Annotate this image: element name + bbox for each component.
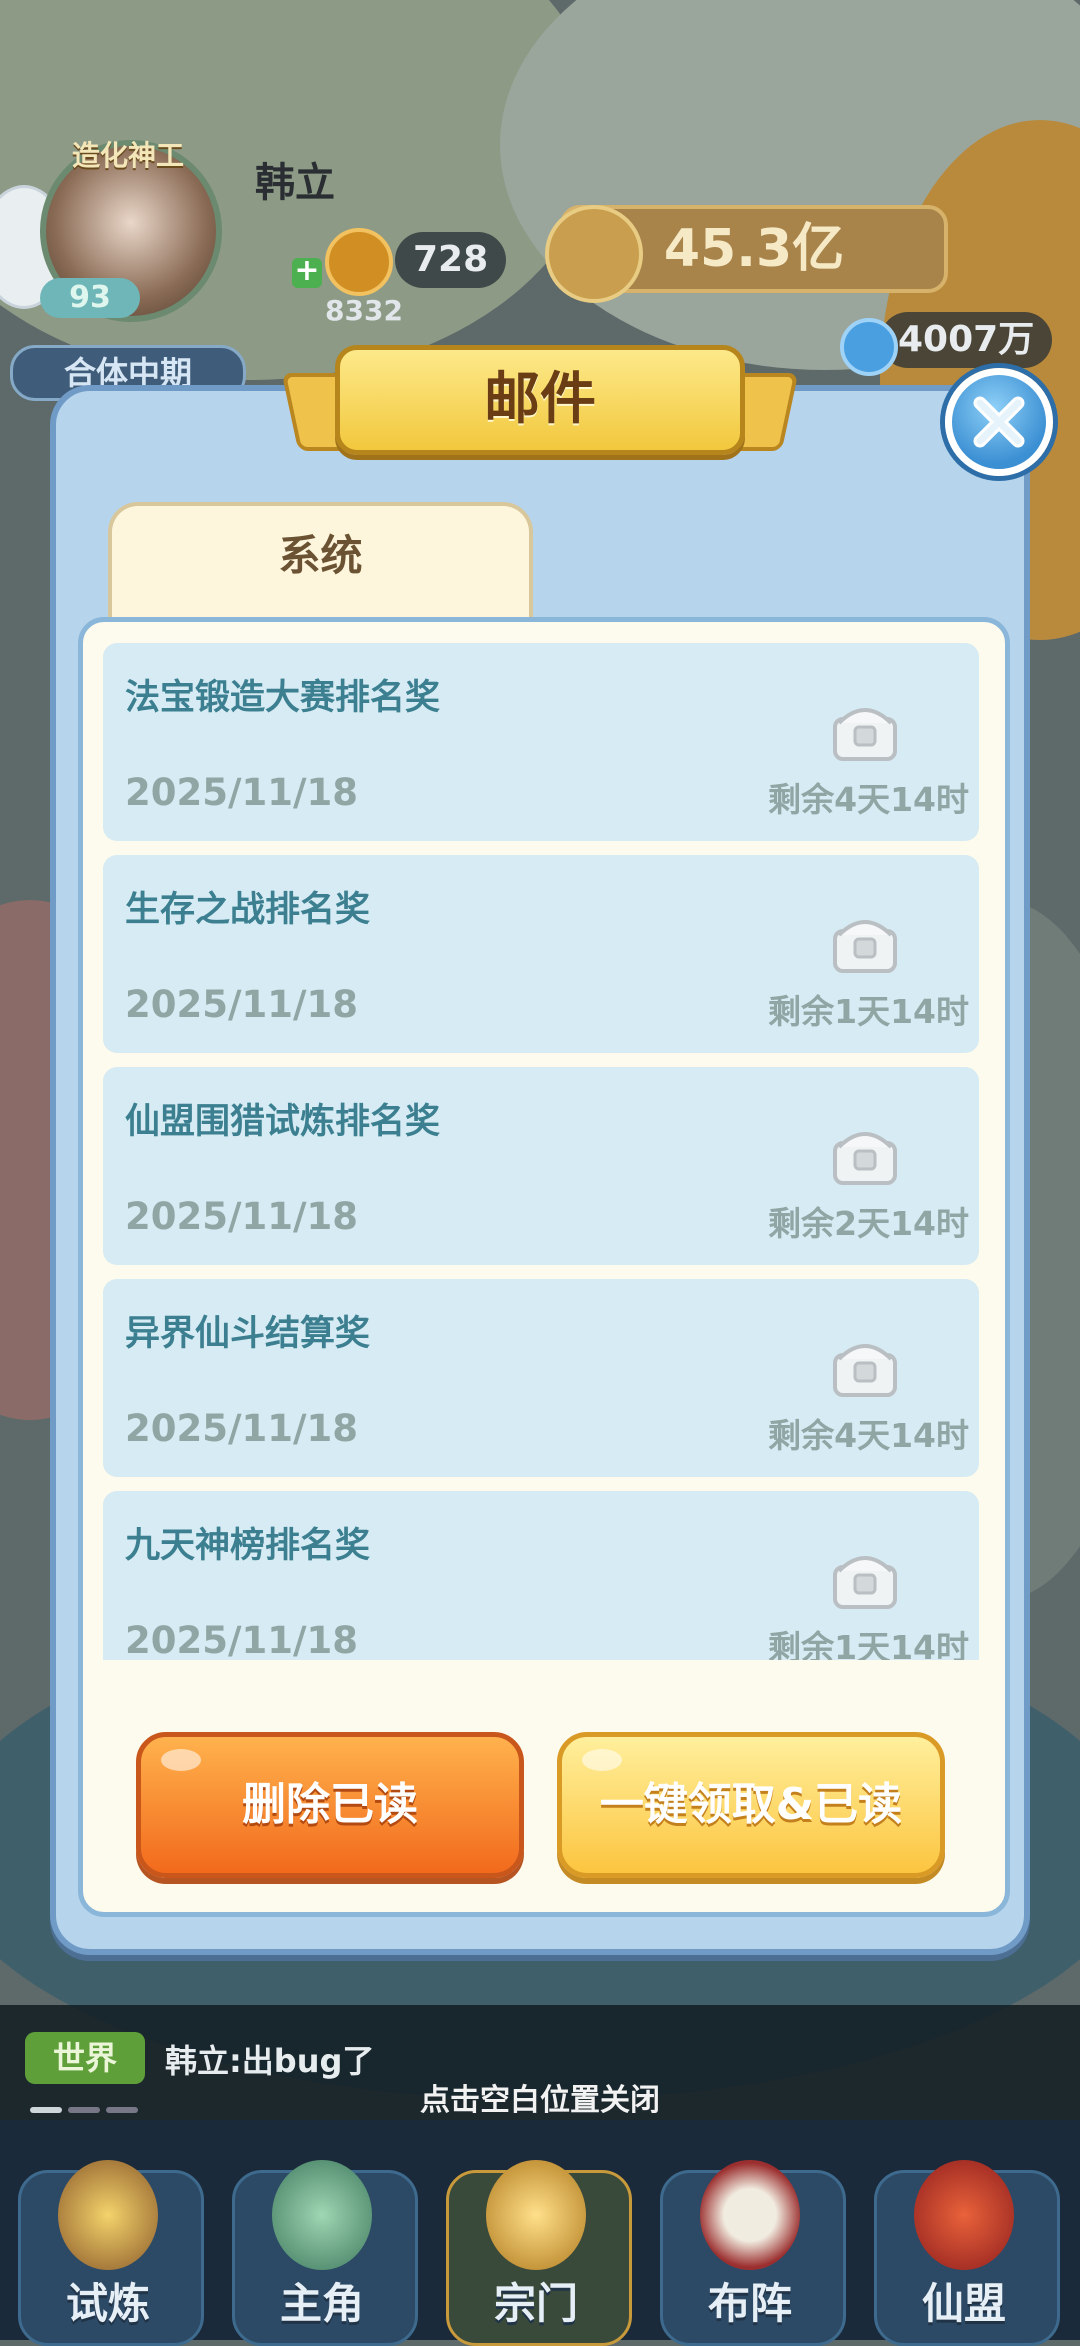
close-button[interactable] [945, 368, 1053, 476]
nav-sect-label: 宗门 [493, 2279, 578, 2328]
mail-item[interactable]: 法宝锻造大赛排名奖 2025/11/18 剩余4天14时 [103, 643, 979, 841]
mail-item-remaining: 剩余2天14时 [768, 1204, 969, 1243]
level-badge: 93 [40, 278, 140, 318]
mail-item-date: 2025/11/18 [125, 1407, 358, 1450]
add-resource-icon[interactable]: + [292, 256, 322, 288]
claim-all-button[interactable]: 一键领取&已读 [557, 1732, 945, 1878]
treasure-chest-icon [833, 1132, 897, 1185]
close-hint: 点击空白位置关闭 [420, 2083, 660, 2118]
realm-title: 造化神工 [72, 139, 185, 172]
nav-formation[interactable]: 布阵 [650, 2150, 850, 2346]
alliance-banner-icon [914, 2160, 1014, 2270]
mail-item-remaining: 剩余4天14时 [768, 1416, 969, 1455]
mail-item-date: 2025/11/18 [125, 771, 358, 814]
mail-list[interactable]: 法宝锻造大赛排名奖 2025/11/18 剩余4天14时 生存之战排名奖 202… [95, 637, 987, 1660]
mail-item-date: 2025/11/18 [125, 1619, 358, 1660]
mail-item-remaining: 剩余4天14时 [768, 780, 969, 819]
mail-item[interactable]: 九天神榜排名奖 2025/11/18 剩余1天14时 [103, 1491, 979, 1660]
gem-icon [840, 318, 898, 376]
mail-item-title: 法宝锻造大赛排名奖 [125, 678, 441, 718]
mail-item[interactable]: 仙盟围猎试炼排名奖 2025/11/18 剩余2天14时 [103, 1067, 979, 1265]
delete-read-button[interactable]: 删除已读 [136, 1732, 524, 1878]
mail-item-title: 九天神榜排名奖 [125, 1526, 371, 1566]
mail-item-remaining: 剩余1天14时 [768, 992, 969, 1031]
player-name: 韩立 [255, 160, 335, 206]
resource-1-value: 728 [395, 232, 507, 288]
mail-item-date: 2025/11/18 [125, 983, 358, 1026]
mail-item-date: 2025/11/18 [125, 1195, 358, 1238]
mail-item-title: 仙盟围猎试炼排名奖 [125, 1102, 441, 1142]
lingshi-coin-icon [325, 228, 393, 296]
nav-trial-label: 试炼 [65, 2279, 150, 2328]
incense-burner-icon [486, 2160, 586, 2270]
mail-item-title: 异界仙斗结算奖 [125, 1314, 371, 1354]
nav-sect[interactable]: 宗门 [436, 2150, 636, 2346]
treasure-chest-icon [833, 1344, 897, 1397]
nav-trial[interactable]: 试炼 [8, 2150, 208, 2346]
tab-system[interactable]: 系统 [108, 502, 533, 627]
yin-yang-icon [700, 2160, 800, 2270]
mail-item-title: 生存之战排名奖 [125, 890, 371, 930]
resource-2-value: 4007万 [880, 312, 1053, 368]
nav-hero[interactable]: 主角 [222, 2150, 422, 2346]
nav-alliance-label: 仙盟 [921, 2279, 1006, 2328]
treasure-chest-icon [833, 708, 897, 761]
nav-hero-label: 主角 [279, 2279, 364, 2328]
trial-shrine-icon [58, 2160, 158, 2270]
treasure-chest-icon [833, 1556, 897, 1609]
mail-item[interactable]: 生存之战排名奖 2025/11/18 剩余1天14时 [103, 855, 979, 1053]
nav-alliance[interactable]: 仙盟 [864, 2150, 1064, 2346]
mail-item-remaining: 剩余1天14时 [768, 1628, 969, 1660]
nav-formation-label: 布阵 [707, 2279, 792, 2328]
mail-item[interactable]: 异界仙斗结算奖 2025/11/18 剩余4天14时 [103, 1279, 979, 1477]
resource-1-sub: 8332 [325, 294, 403, 327]
close-icon [973, 396, 1025, 448]
crossed-swords-icon [545, 205, 643, 303]
treasure-chest-icon [833, 920, 897, 973]
mail-dialog-title: 邮件 [335, 345, 745, 455]
mail-title-ribbon: 邮件 [281, 345, 799, 460]
meditating-figure-icon [272, 2160, 372, 2270]
